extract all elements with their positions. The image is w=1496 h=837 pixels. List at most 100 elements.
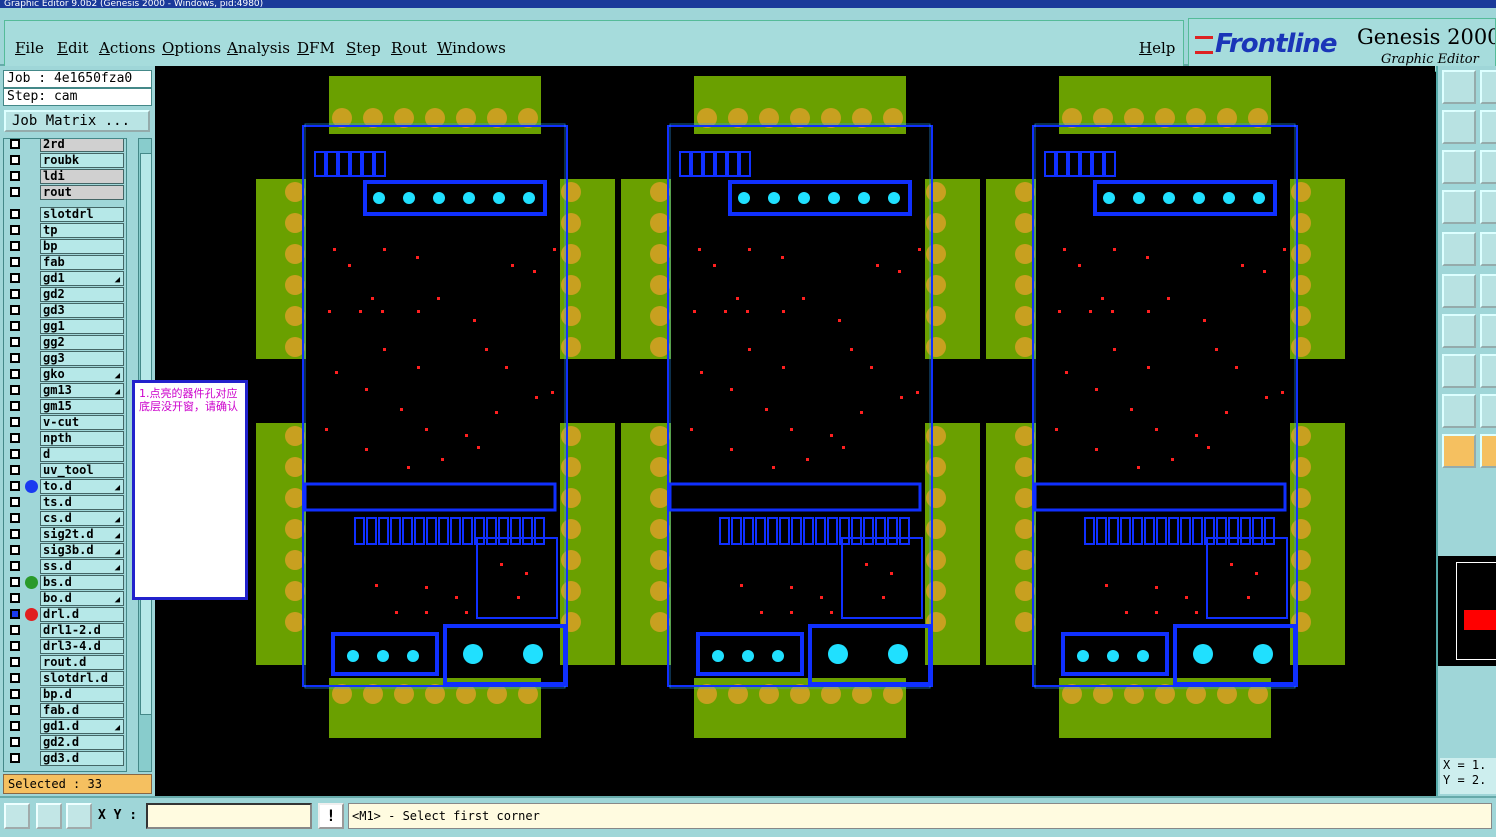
layer-checkbox[interactable] xyxy=(10,513,20,523)
menu-edit[interactable]: Edit xyxy=(57,39,88,57)
tool-settings-icon[interactable] xyxy=(1442,190,1476,224)
menu-file[interactable]: File xyxy=(15,39,44,57)
layer-up-icon[interactable] xyxy=(1442,70,1476,104)
layer-checkbox[interactable] xyxy=(10,481,20,491)
layer-row[interactable]: gd1 ◢ xyxy=(4,271,126,287)
layer-name[interactable]: gg2 xyxy=(40,335,124,350)
layer-row[interactable]: drl3-4.d xyxy=(4,639,126,655)
layer-row[interactable]: sig2t.d ◢ xyxy=(4,527,126,543)
grid-toggle-icon[interactable] xyxy=(66,803,92,829)
layer-row[interactable]: drl.d xyxy=(4,607,126,623)
fit-icon[interactable] xyxy=(1442,150,1476,184)
layer-checkbox[interactable] xyxy=(10,657,20,667)
layer-name[interactable]: rout.d xyxy=(40,655,124,670)
layer-row[interactable]: fab xyxy=(4,255,126,271)
layer-name[interactable]: gg3 xyxy=(40,351,124,366)
layer-checkbox[interactable] xyxy=(10,609,20,619)
layer-row[interactable]: drl1-2.d xyxy=(4,623,126,639)
layer-name[interactable]: to.d ◢ xyxy=(40,479,124,494)
measure-tool-icon[interactable] xyxy=(36,803,62,829)
layer-checkbox[interactable] xyxy=(10,241,20,251)
overview-map[interactable] xyxy=(1438,556,1496,666)
menu-analysis[interactable]: Analysis xyxy=(227,39,290,57)
edge-icon[interactable] xyxy=(1480,232,1496,266)
layer-checkbox[interactable] xyxy=(10,187,20,197)
layer-row[interactable]: bo.d ◢ xyxy=(4,591,126,607)
layer-checkbox[interactable] xyxy=(10,171,20,181)
layer-checkbox[interactable] xyxy=(10,673,20,683)
layer-side-icon[interactable] xyxy=(1480,70,1496,104)
layer-checkbox[interactable] xyxy=(10,449,20,459)
layer-row[interactable]: 2rd xyxy=(4,139,126,153)
layer-checkbox[interactable] xyxy=(10,155,20,165)
layer-row[interactable]: gg2 xyxy=(4,335,126,351)
layer-row[interactable]: sig3b.d ◢ xyxy=(4,543,126,559)
layer-name[interactable]: gd1.d ◢ xyxy=(40,719,124,734)
layer-name[interactable]: gg1 xyxy=(40,319,124,334)
layer-name[interactable]: drl.d xyxy=(40,607,124,622)
graphic-canvas[interactable] xyxy=(155,66,1435,796)
layer-name[interactable]: gd3 xyxy=(40,303,124,318)
layer-row[interactable]: fab.d xyxy=(4,703,126,719)
layer-checkbox[interactable] xyxy=(10,529,20,539)
layer-row[interactable]: ldi xyxy=(4,169,126,185)
snap-icon[interactable] xyxy=(1442,354,1476,388)
layer-color-indicator[interactable] xyxy=(25,608,38,621)
layer-checkbox[interactable] xyxy=(10,433,20,443)
layer-checkbox[interactable] xyxy=(10,257,20,267)
menu-step[interactable]: Step xyxy=(346,39,381,57)
layer-row[interactable]: slotdrl xyxy=(4,207,126,223)
layer-name[interactable]: npth xyxy=(40,431,124,446)
layer-checkbox[interactable] xyxy=(10,641,20,651)
layer-name[interactable]: rout xyxy=(40,185,124,200)
layer-row[interactable]: gm15 xyxy=(4,399,126,415)
layer-name[interactable]: gd2 xyxy=(40,287,124,302)
layer-name[interactable]: ss.d ◢ xyxy=(40,559,124,574)
layer-checkbox[interactable] xyxy=(10,401,20,411)
layer-row[interactable]: cs.d ◢ xyxy=(4,511,126,527)
layer-name[interactable]: fab.d xyxy=(40,703,124,718)
layer-checkbox[interactable] xyxy=(10,225,20,235)
layer-checkbox[interactable] xyxy=(10,209,20,219)
layer-in-icon[interactable] xyxy=(1442,110,1476,144)
job-matrix-button[interactable]: Job Matrix ... xyxy=(4,110,150,132)
layer-name[interactable]: ldi xyxy=(40,169,124,184)
layer-checkbox[interactable] xyxy=(10,721,20,731)
layer-color-indicator[interactable] xyxy=(25,576,38,589)
layer-name[interactable]: gm13 ◢ xyxy=(40,383,124,398)
layer-checkbox[interactable] xyxy=(10,545,20,555)
slope-icon[interactable] xyxy=(1480,314,1496,348)
rect-select-icon[interactable] xyxy=(1480,434,1496,468)
layer-list[interactable]: 2rd roubk ldi rout slotdrl tp bp fab gd1 ◢ gd2 gd3 g… xyxy=(3,138,127,772)
layer-row[interactable]: ss.d ◢ xyxy=(4,559,126,575)
layer-row[interactable]: tp xyxy=(4,223,126,239)
layer-row[interactable]: npth xyxy=(4,431,126,447)
zoom-window-icon[interactable] xyxy=(4,803,30,829)
layer-checkbox[interactable] xyxy=(10,139,20,149)
layer-name[interactable]: fab xyxy=(40,255,124,270)
layer-row[interactable]: bp xyxy=(4,239,126,255)
layer-checkbox[interactable] xyxy=(10,705,20,715)
layer-row[interactable]: bp.d xyxy=(4,687,126,703)
layer-checkbox[interactable] xyxy=(10,593,20,603)
layer-checkbox[interactable] xyxy=(10,273,20,283)
pcb-view[interactable] xyxy=(155,66,1435,796)
menu-options[interactable]: Options xyxy=(162,39,221,57)
layer-checkbox[interactable] xyxy=(10,417,20,427)
layer-row[interactable]: gd3.d xyxy=(4,751,126,767)
layer-row[interactable]: gg1 xyxy=(4,319,126,335)
layer-checkbox[interactable] xyxy=(10,753,20,763)
layer-checkbox[interactable] xyxy=(10,561,20,571)
layer-row[interactable]: gd3 xyxy=(4,303,126,319)
menu-help[interactable]: Help xyxy=(1139,39,1175,57)
layer-name[interactable]: drl3-4.d xyxy=(40,639,124,654)
layer-row[interactable]: gm13 ◢ xyxy=(4,383,126,399)
layer-checkbox[interactable] xyxy=(10,385,20,395)
select-arrow-icon[interactable] xyxy=(1442,434,1476,468)
pan-icon[interactable] xyxy=(1480,150,1496,184)
xy-input[interactable] xyxy=(146,803,312,829)
layer-name[interactable]: sig2t.d ◢ xyxy=(40,527,124,542)
arrow-line-icon[interactable] xyxy=(1480,354,1496,388)
layer-name[interactable]: drl1-2.d xyxy=(40,623,124,638)
layer-name[interactable]: bp xyxy=(40,239,124,254)
